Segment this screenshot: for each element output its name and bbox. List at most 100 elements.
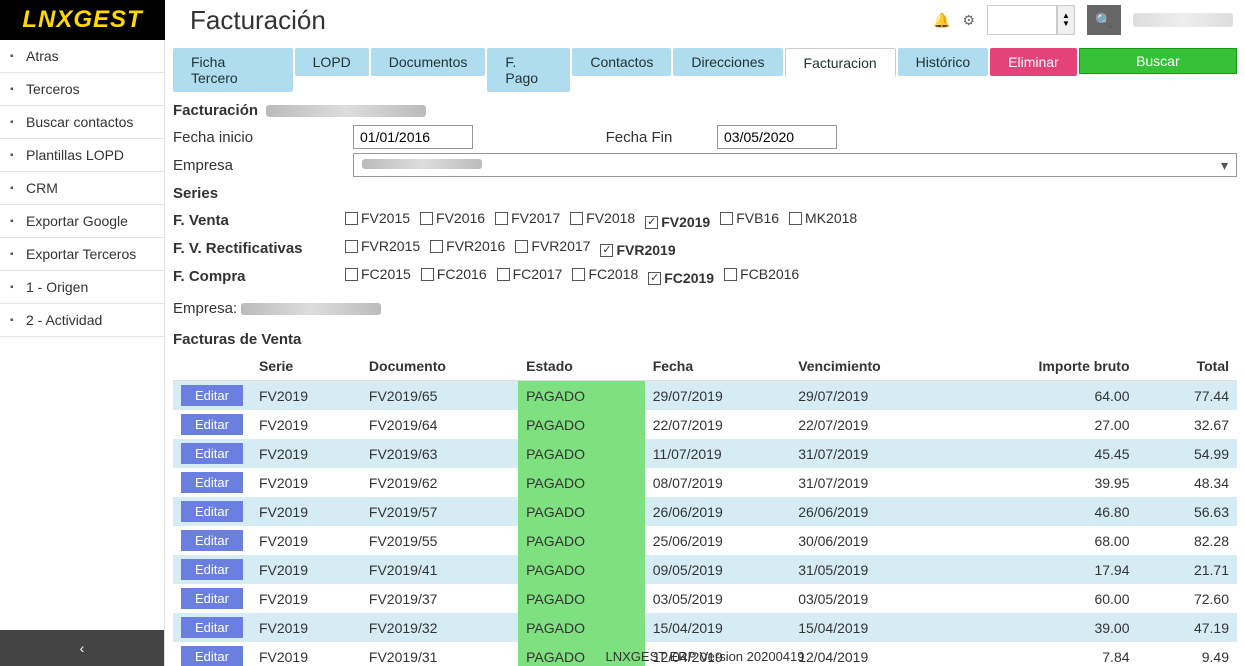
top-search-button[interactable]: 🔍: [1087, 5, 1121, 35]
cell: 60.00: [957, 584, 1138, 613]
empresa-line-label: Empresa:: [173, 300, 237, 317]
top-search-input[interactable]: [987, 5, 1057, 35]
cell: PAGADO: [518, 555, 645, 584]
edit-button[interactable]: Editar: [181, 472, 243, 493]
fecha-inicio-input[interactable]: [353, 125, 473, 149]
edit-button[interactable]: Editar: [181, 559, 243, 580]
col-header: Total: [1138, 352, 1237, 381]
cell: FV2019: [251, 526, 361, 555]
col-header: Serie: [251, 352, 361, 381]
edit-button[interactable]: Editar: [181, 530, 243, 551]
search-spinner[interactable]: ▲▼: [1057, 5, 1075, 35]
tab-fpago[interactable]: F. Pago: [487, 48, 570, 92]
footer-version: LNXGEST ERP Version 20200419: [606, 649, 805, 664]
col-header: Fecha: [645, 352, 791, 381]
cell: 48.34: [1138, 468, 1237, 497]
tab-facturacion[interactable]: Facturacion: [785, 48, 896, 77]
cell: 09/05/2019: [645, 555, 791, 584]
sidebar-item-4[interactable]: ▪CRM: [0, 172, 164, 205]
edit-button[interactable]: Editar: [181, 617, 243, 638]
fvrect-checkbox-fvr2016[interactable]: FVR2016: [430, 238, 505, 254]
fcompra-checkbox-fc2015[interactable]: FC2015: [345, 266, 411, 282]
fventa-checkbox-fv2015[interactable]: FV2015: [345, 210, 410, 226]
sidebar-item-1[interactable]: ▪Terceros: [0, 73, 164, 106]
sidebar-icon: ▪: [10, 117, 20, 128]
cell: 29/07/2019: [790, 381, 956, 411]
cell: 54.99: [1138, 439, 1237, 468]
fcompra-checkbox-fc2018[interactable]: FC2018: [572, 266, 638, 282]
fvrect-checkbox-fvr2017[interactable]: FVR2017: [515, 238, 590, 254]
sidebar-item-label: Exportar Terceros: [26, 246, 136, 262]
fvrect-checkbox-fvr2015[interactable]: FVR2015: [345, 238, 420, 254]
sidebar-item-3[interactable]: ▪Plantillas LOPD: [0, 139, 164, 172]
sidebar-icon: ▪: [10, 51, 20, 62]
checkbox-label: FV2017: [511, 210, 560, 226]
fventa-checkbox-fv2018[interactable]: FV2018: [570, 210, 635, 226]
fcompra-checkbox-fc2019[interactable]: FC2019: [648, 270, 714, 286]
cell: 32.67: [1138, 410, 1237, 439]
section-title: Facturación: [173, 102, 258, 119]
sidebar-item-7[interactable]: ▪1 - Origen: [0, 271, 164, 304]
sidebar-item-2[interactable]: ▪Buscar contactos: [0, 106, 164, 139]
bell-icon[interactable]: 🔔: [933, 12, 950, 29]
cell: 26/06/2019: [645, 497, 791, 526]
tab-contactos[interactable]: Contactos: [572, 48, 671, 76]
checkbox-box-icon: [648, 272, 661, 285]
fventa-checkbox-fv2016[interactable]: FV2016: [420, 210, 485, 226]
sidebar-collapse[interactable]: ‹: [0, 630, 164, 666]
sidebar-item-8[interactable]: ▪2 - Actividad: [0, 304, 164, 337]
cell: 29/07/2019: [645, 381, 791, 411]
cell: FV2019: [251, 613, 361, 642]
checkbox-label: FC2018: [588, 266, 638, 282]
sidebar-icon: ▪: [10, 84, 20, 95]
sidebar-item-label: Atras: [26, 48, 59, 64]
checkbox-label: FVB16: [736, 210, 779, 226]
settings-icon[interactable]: ⚙: [962, 12, 975, 29]
cell: 31/05/2019: [790, 555, 956, 584]
fvrect-checkbox-fvr2019[interactable]: FVR2019: [600, 242, 675, 258]
edit-button[interactable]: Editar: [181, 646, 243, 666]
checkbox-label: FV2015: [361, 210, 410, 226]
checkbox-box-icon: [345, 268, 358, 281]
sidebar-item-0[interactable]: ▪ Atras: [0, 40, 164, 73]
fcompra-checkbox-fc2017[interactable]: FC2017: [497, 266, 563, 282]
tab-documentos[interactable]: Documentos: [371, 48, 486, 76]
fcompra-checkbox-fc2016[interactable]: FC2016: [421, 266, 487, 282]
edit-button[interactable]: Editar: [181, 501, 243, 522]
tab-histórico[interactable]: Histórico: [898, 48, 988, 76]
fventa-checkbox-fv2017[interactable]: FV2017: [495, 210, 560, 226]
edit-button[interactable]: Editar: [181, 414, 243, 435]
checkbox-box-icon: [570, 212, 583, 225]
empresa-select[interactable]: [353, 153, 1237, 177]
cell: 27.00: [957, 410, 1138, 439]
tab-eliminar[interactable]: Eliminar: [990, 48, 1077, 76]
fventa-checkbox-mk2018[interactable]: MK2018: [789, 210, 857, 226]
fecha-inicio-label: Fecha inicio: [173, 129, 345, 146]
sidebar-item-label: 1 - Origen: [26, 279, 88, 295]
fventa-checkbox-fv2019[interactable]: FV2019: [645, 214, 710, 230]
sidebar-icon: ▪: [10, 183, 20, 194]
tab-lopd[interactable]: LOPD: [295, 48, 369, 76]
fecha-fin-input[interactable]: [717, 125, 837, 149]
checkbox-box-icon: [421, 268, 434, 281]
fcompra-checkbox-fcb2016[interactable]: FCB2016: [724, 266, 799, 282]
edit-button[interactable]: Editar: [181, 385, 243, 406]
buscar-button[interactable]: Buscar: [1079, 48, 1237, 74]
checkbox-box-icon: [720, 212, 733, 225]
edit-button[interactable]: Editar: [181, 443, 243, 464]
fecha-fin-label: Fecha Fin: [569, 129, 709, 146]
cell: PAGADO: [518, 439, 645, 468]
cell: 22/07/2019: [790, 410, 956, 439]
table-row: EditarFV2019FV2019/32PAGADO15/04/201915/…: [173, 613, 1237, 642]
edit-button[interactable]: Editar: [181, 588, 243, 609]
cell: FV2019: [251, 439, 361, 468]
sidebar-item-5[interactable]: ▪Exportar Google: [0, 205, 164, 238]
tab-direcciones[interactable]: Direcciones: [673, 48, 782, 76]
fventa-checkbox-fvb16[interactable]: FVB16: [720, 210, 779, 226]
tab-fichatercero[interactable]: Ficha Tercero: [173, 48, 293, 92]
table-row: EditarFV2019FV2019/37PAGADO03/05/201903/…: [173, 584, 1237, 613]
sidebar-item-6[interactable]: ▪Exportar Terceros: [0, 238, 164, 271]
app-logo: LNXGEST: [0, 0, 165, 40]
cell: FV2019/57: [361, 497, 518, 526]
fvrect-label: F. V. Rectificativas: [173, 240, 345, 257]
